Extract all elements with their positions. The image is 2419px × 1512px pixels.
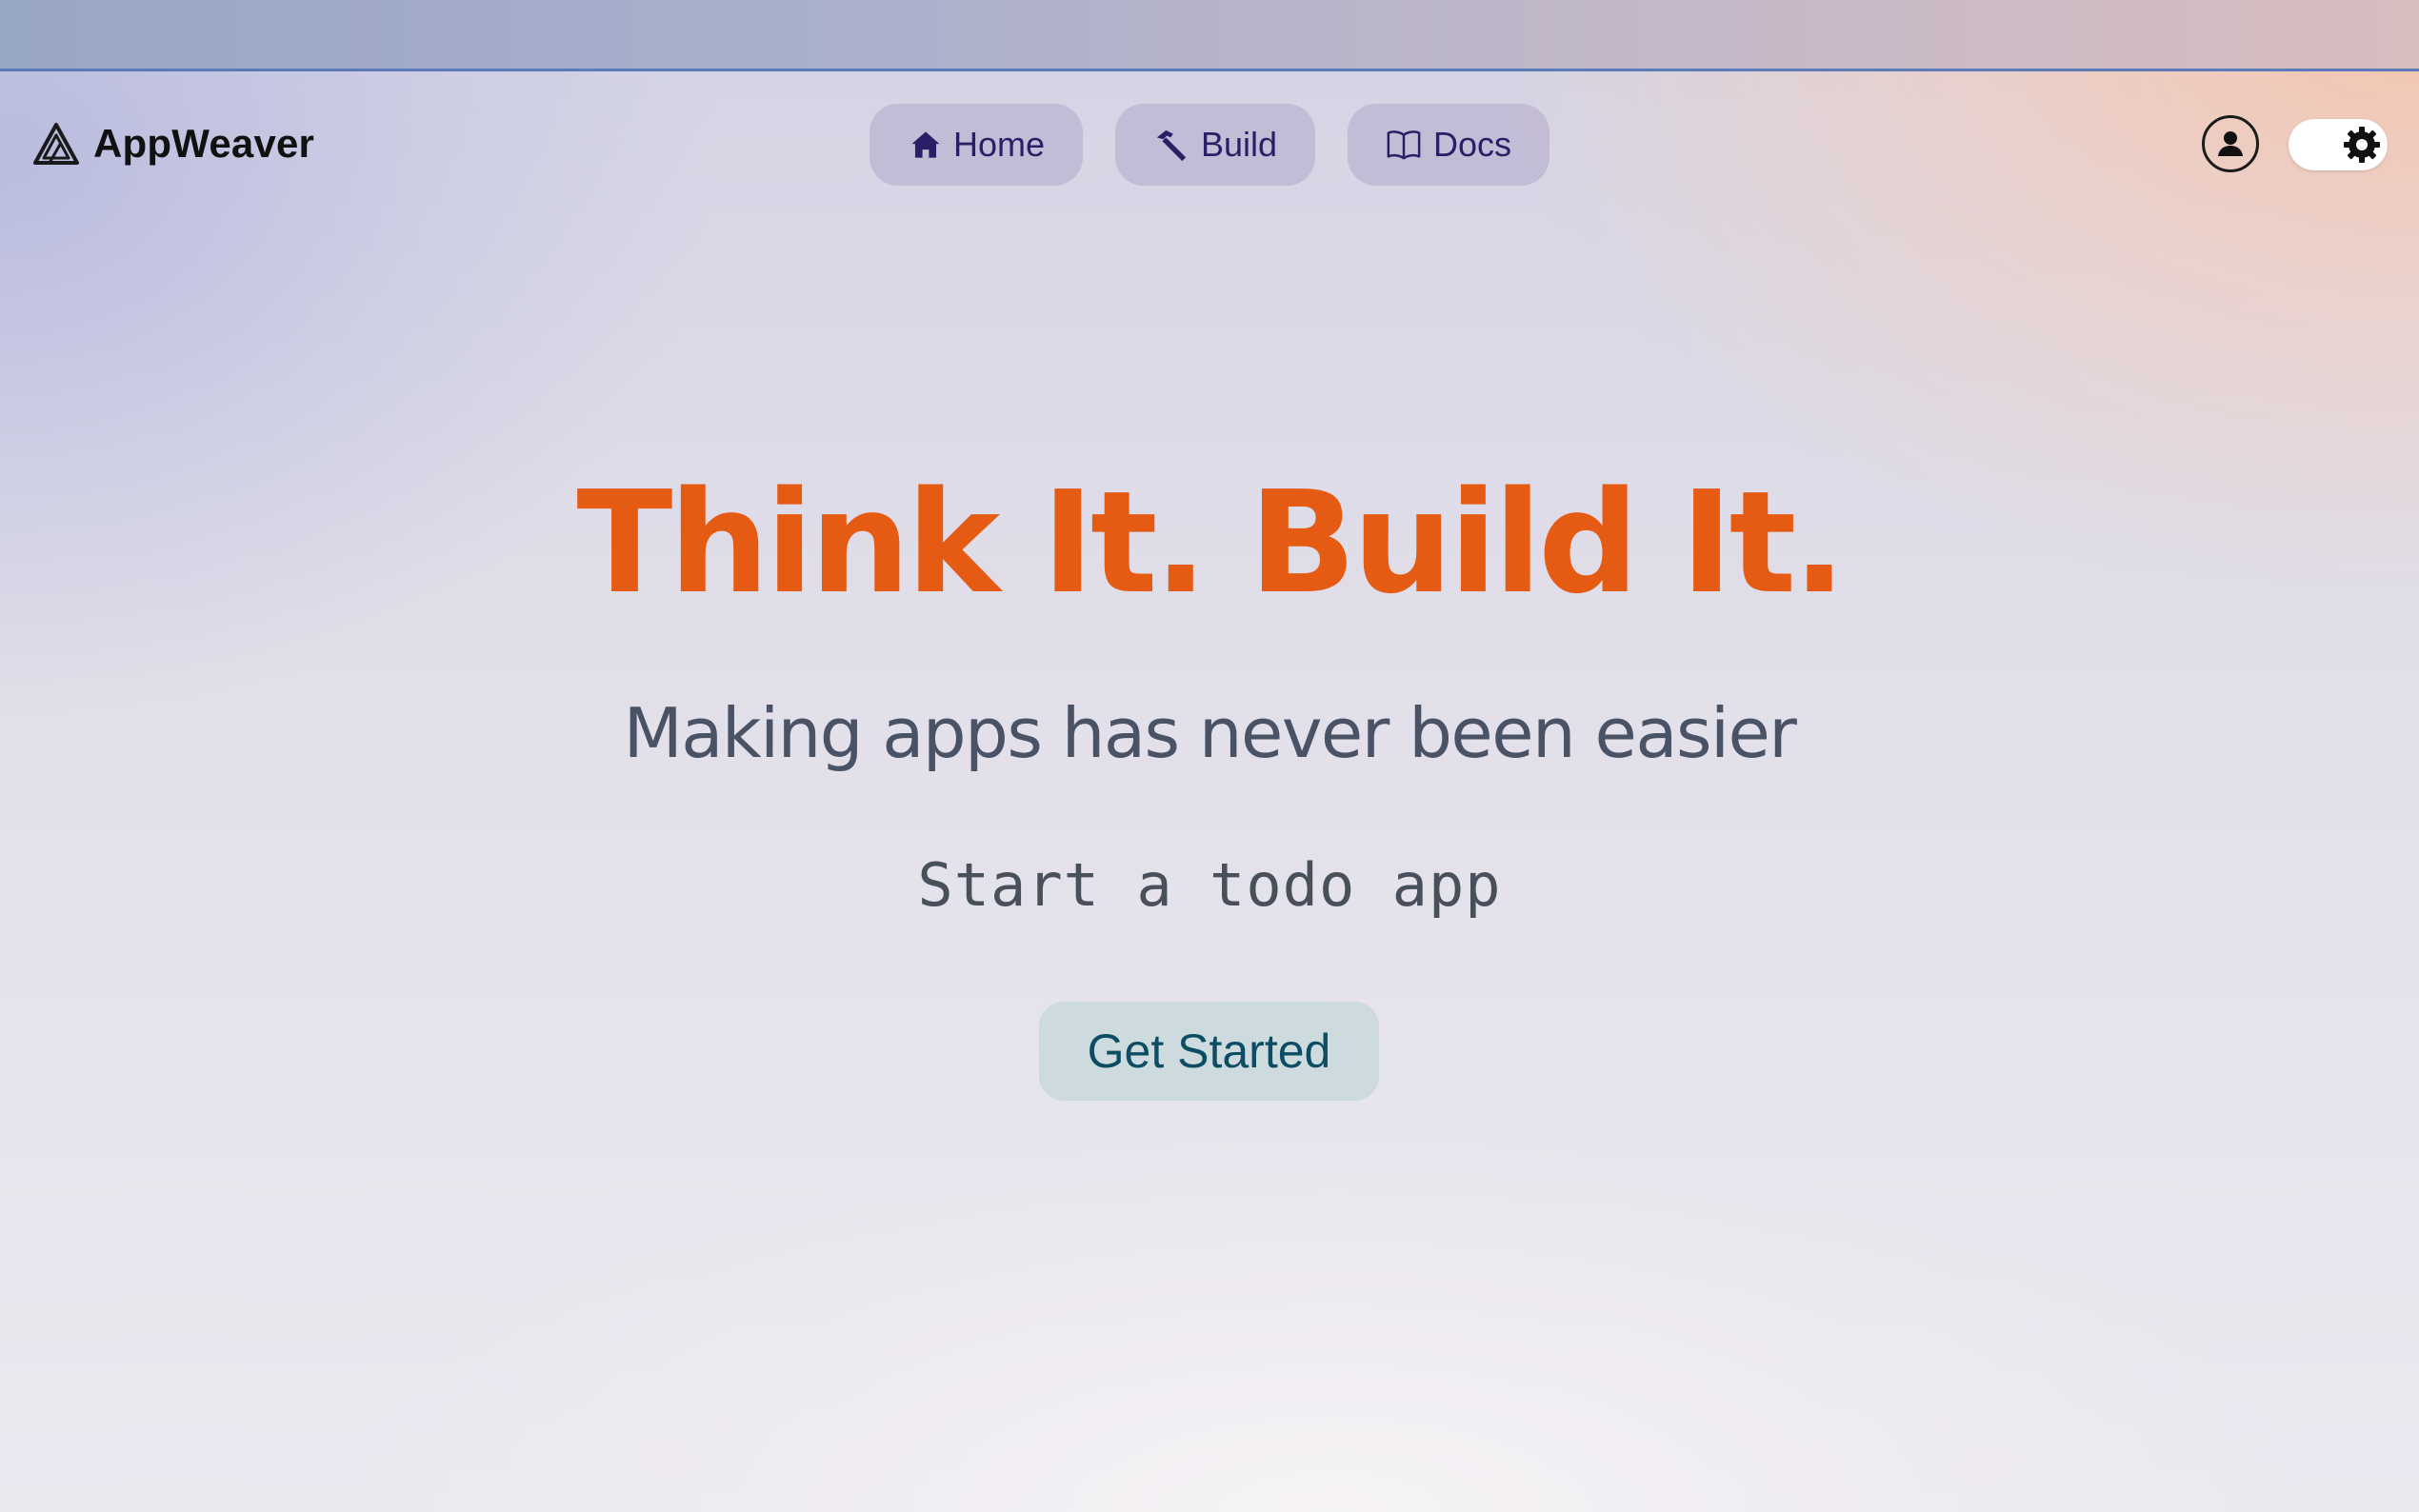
book-icon <box>1387 130 1421 160</box>
home-icon <box>911 131 940 158</box>
nav-build-button[interactable]: Build <box>1115 104 1315 186</box>
nav-home-label: Home <box>952 125 1045 164</box>
nav-docs-button[interactable]: Docs <box>1348 104 1549 186</box>
user-account-button[interactable] <box>2202 115 2259 172</box>
brand-name: AppWeaver <box>93 121 315 166</box>
nav-docs-label: Docs <box>1432 125 1511 164</box>
typewriter-text: Start a todo app <box>917 850 1502 920</box>
theme-toggle[interactable] <box>2289 119 2388 170</box>
main-nav: Home Build Docs <box>870 104 1549 186</box>
hero-subtitle: Making apps has never been easier <box>623 693 1797 773</box>
hero-title: Think It. Build It. <box>576 461 1846 625</box>
nav-home-button[interactable]: Home <box>870 104 1083 186</box>
get-started-button[interactable]: Get Started <box>1039 1002 1379 1101</box>
site-header: AppWeaver Home Build Docs <box>0 71 2419 218</box>
browser-top-strip <box>0 0 2419 71</box>
brand[interactable]: AppWeaver <box>32 121 314 167</box>
user-circle-icon <box>2218 131 2243 156</box>
hammer-icon <box>1156 129 1187 162</box>
triangle-logo-icon <box>33 123 79 165</box>
nav-build-label: Build <box>1200 125 1277 164</box>
gear-icon <box>2339 122 2385 168</box>
